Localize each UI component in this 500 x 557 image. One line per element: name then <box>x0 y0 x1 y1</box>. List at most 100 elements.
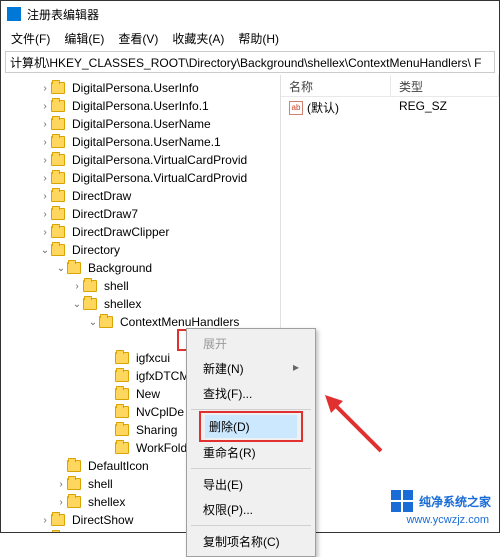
chevron-right-icon: › <box>39 209 51 220</box>
folder-icon <box>67 262 81 274</box>
ctx-new[interactable]: 新建(N)▸ <box>189 356 313 381</box>
chevron-right-icon: › <box>39 137 51 148</box>
context-menu: 展开 新建(N)▸ 查找(F)... 删除(D) 重命名(R) 导出(E) 权限… <box>186 328 316 557</box>
folder-icon <box>67 460 81 472</box>
folder-icon <box>115 370 129 382</box>
chevron-right-icon: › <box>55 479 67 490</box>
folder-icon <box>51 244 65 256</box>
tree-item[interactable]: › DigitalPersona.VirtualCardProvid <box>1 169 280 187</box>
folder-icon <box>51 226 65 238</box>
tree-item-label: DigitalPersona.VirtualCardProvid <box>69 152 250 168</box>
tree-item-label: Directory <box>69 242 123 258</box>
folder-icon <box>115 442 129 454</box>
ctx-separator <box>191 525 311 526</box>
folder-icon <box>115 406 129 418</box>
folder-icon <box>83 298 97 310</box>
value-name: (默认) <box>307 99 339 116</box>
tree-item-label: NvCplDe <box>133 404 187 420</box>
value-type: REG_SZ <box>391 99 499 116</box>
watermark-url: www.ycwzjz.com <box>406 514 489 526</box>
tree-item[interactable]: ⌄ shellex <box>1 295 280 313</box>
folder-icon <box>115 352 129 364</box>
tree-item-label: shellex <box>85 494 128 510</box>
tree-item[interactable]: › DirectDrawClipper <box>1 223 280 241</box>
tree-item-label: DirectDraw7 <box>69 206 141 222</box>
chevron-right-icon: › <box>39 155 51 166</box>
chevron-down-icon: ⌄ <box>87 317 99 328</box>
tree-item-label: DefaultIcon <box>85 458 152 474</box>
ctx-rename[interactable]: 重命名(R) <box>189 440 313 465</box>
chevron-right-icon: › <box>39 101 51 112</box>
tree-item-label: DirectShow <box>69 512 136 528</box>
folder-icon <box>51 82 65 94</box>
tree-item-label: DigitalPersona.UserInfo <box>69 80 202 96</box>
tree-item-label: Sharing <box>133 422 180 438</box>
ctx-export[interactable]: 导出(E) <box>189 472 313 497</box>
tree-item[interactable]: › DigitalPersona.UserName <box>1 115 280 133</box>
tree-item[interactable]: › DigitalPersona.VirtualCardProvid <box>1 151 280 169</box>
tree-item[interactable]: › DigitalPersona.UserInfo <box>1 79 280 97</box>
window-title: 注册表编辑器 <box>27 6 99 23</box>
list-row[interactable]: ab (默认) REG_SZ <box>281 97 499 118</box>
chevron-down-icon: ⌄ <box>55 263 67 274</box>
tree-item-label: New <box>133 386 163 402</box>
window-titlebar: 注册表编辑器 <box>1 1 499 27</box>
folder-icon <box>67 496 81 508</box>
tree-item-label: shell <box>101 278 132 294</box>
tree-item-label: DirectDraw <box>69 188 134 204</box>
chevron-right-icon: › <box>39 173 51 184</box>
tree-item-label: igfxcui <box>133 350 173 366</box>
ctx-separator <box>191 468 311 469</box>
menu-favorites[interactable]: 收藏夹(A) <box>166 28 230 49</box>
ctx-expand: 展开 <box>189 331 313 356</box>
menu-file[interactable]: 文件(F) <box>5 28 56 49</box>
folder-icon <box>83 280 97 292</box>
folder-icon <box>115 388 129 400</box>
chevron-right-icon: › <box>39 227 51 238</box>
tree-item[interactable]: ⌄Directory <box>1 241 280 259</box>
tree-item[interactable]: › DigitalPersona.UserName.1 <box>1 133 280 151</box>
tree-item-label: DigitalPersona.VirtualCardProvid <box>69 170 250 186</box>
list-header: 名称 类型 <box>281 75 499 97</box>
chevron-right-icon: › <box>71 281 83 292</box>
col-header-name[interactable]: 名称 <box>281 75 391 96</box>
chevron-right-icon: › <box>39 515 51 526</box>
folder-icon <box>51 514 65 526</box>
tree-item[interactable]: ›DirectDraw <box>1 187 280 205</box>
tree-item[interactable]: ⌄ Background <box>1 259 280 277</box>
folder-icon <box>67 478 81 490</box>
ctx-find[interactable]: 查找(F)... <box>189 381 313 406</box>
folder-icon <box>115 424 129 436</box>
col-header-type[interactable]: 类型 <box>391 75 499 96</box>
menubar: 文件(F) 编辑(E) 查看(V) 收藏夹(A) 帮助(H) <box>1 27 499 49</box>
tree-item[interactable]: › DigitalPersona.UserInfo.1 <box>1 97 280 115</box>
chevron-right-icon: › <box>39 119 51 130</box>
folder-icon <box>51 208 65 220</box>
tree-item-label: DigitalPersona.UserName.1 <box>69 134 224 150</box>
chevron-right-icon: › <box>55 497 67 508</box>
watermark-icon <box>391 490 413 512</box>
menu-edit[interactable]: 编辑(E) <box>58 28 110 49</box>
tree-item-label: DigitalPersona.UserName <box>69 116 214 132</box>
tree-item-label: shellex <box>101 296 144 312</box>
tree-item-label: DirectDrawClipper <box>69 224 172 240</box>
folder-icon <box>51 154 65 166</box>
menu-view[interactable]: 查看(V) <box>112 28 164 49</box>
tree-item[interactable]: › DirectDraw7 <box>1 205 280 223</box>
folder-icon <box>51 172 65 184</box>
chevron-down-icon: ⌄ <box>71 299 83 310</box>
chevron-right-icon: › <box>39 83 51 94</box>
tree-item-label: WorkFold <box>133 440 190 456</box>
address-bar[interactable]: 计算机\HKEY_CLASSES_ROOT\Directory\Backgrou… <box>5 51 495 73</box>
tree-item-label: Background <box>85 260 155 276</box>
tree-item-label: DigitalPersona.UserInfo.1 <box>69 98 212 114</box>
menu-help[interactable]: 帮助(H) <box>232 28 285 49</box>
tree-item-label: shell <box>85 476 116 492</box>
string-value-icon: ab <box>289 101 303 115</box>
watermark-logo: 纯净系统之家 <box>391 490 491 512</box>
tree-item[interactable]: › shell <box>1 277 280 295</box>
ctx-permissions[interactable]: 权限(P)... <box>189 497 313 522</box>
folder-icon <box>51 136 65 148</box>
ctx-delete[interactable]: 删除(D) <box>205 415 297 438</box>
watermark-text: 纯净系统之家 <box>419 493 491 510</box>
